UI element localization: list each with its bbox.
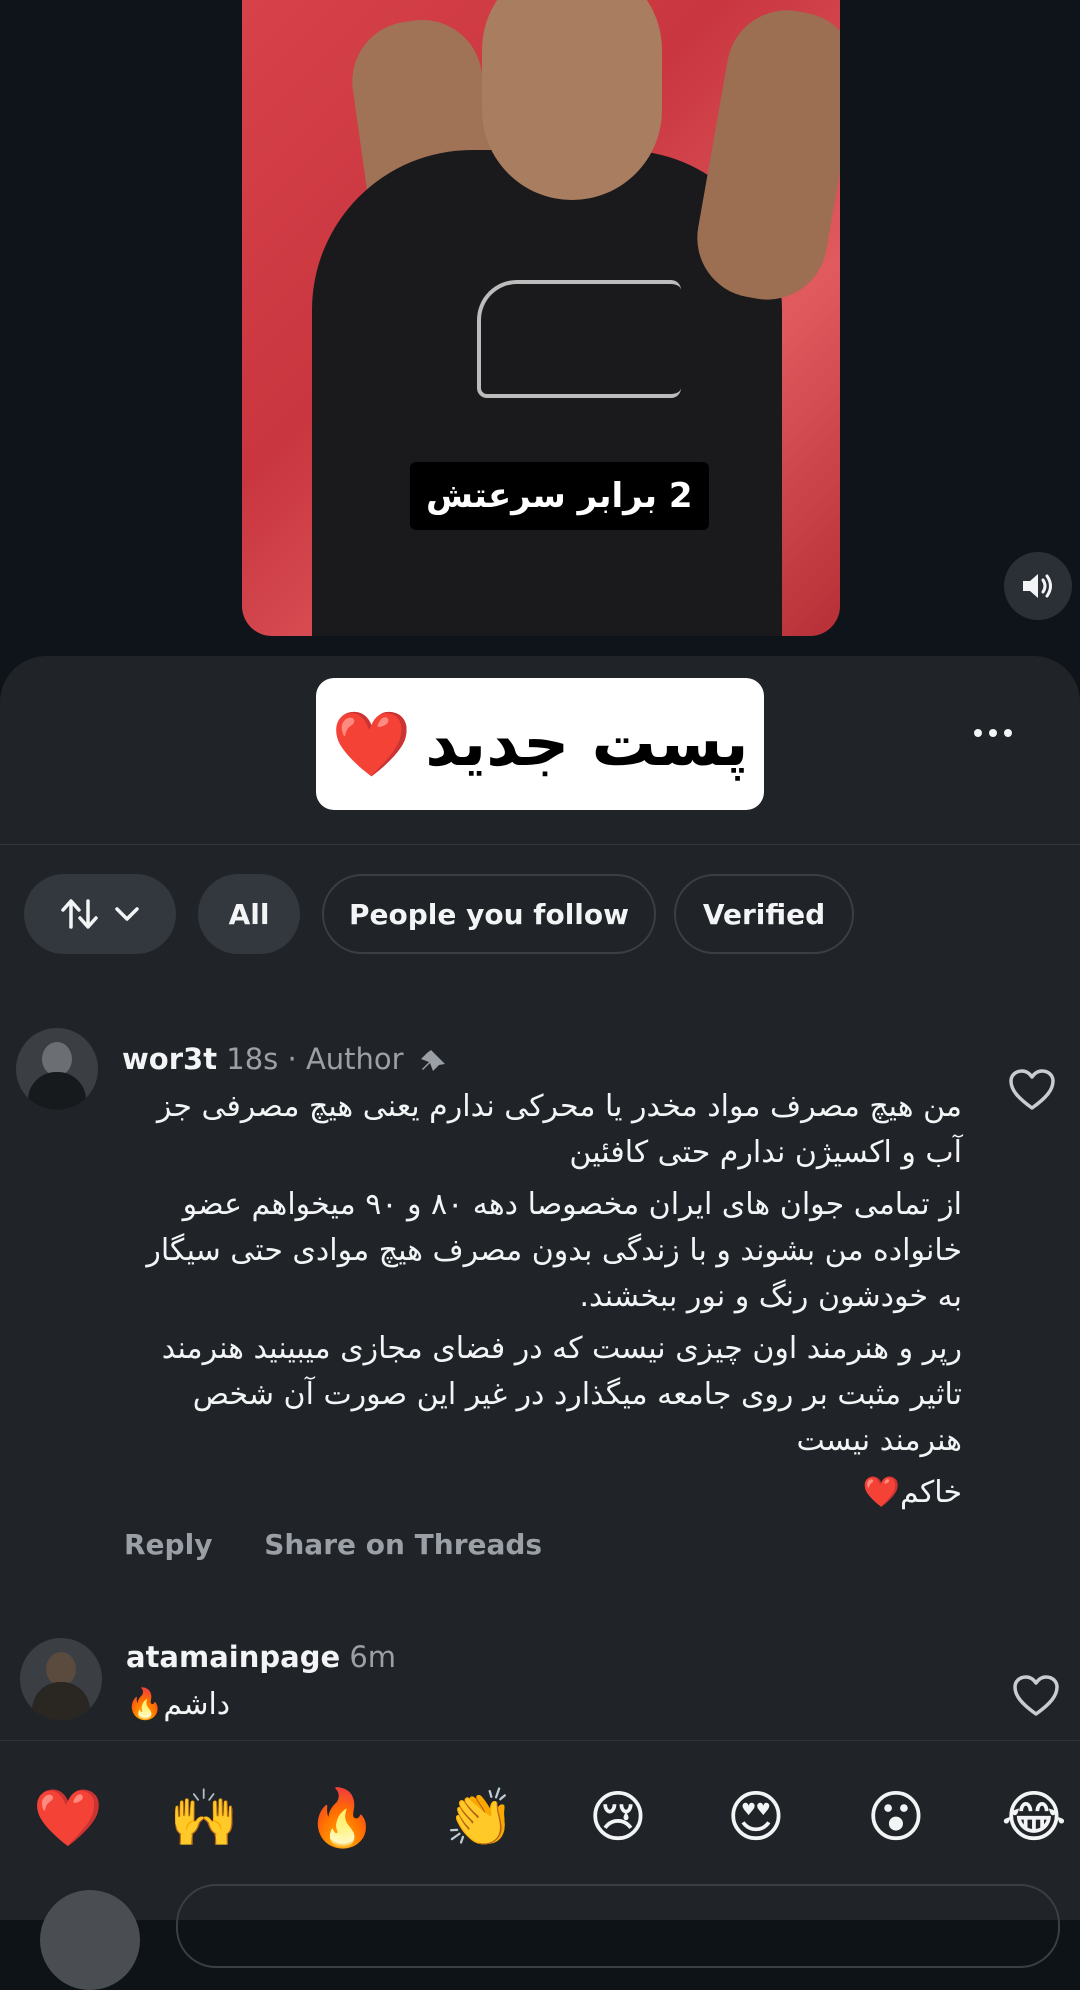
- ellipsis-icon: [1004, 729, 1012, 737]
- heart-icon: [1013, 1675, 1059, 1716]
- filter-verified[interactable]: Verified: [674, 874, 854, 954]
- comment-username[interactable]: atamainpage: [126, 1640, 340, 1674]
- comment-paragraph: رپر و هنرمند اون چیزی نیست که در فضای مج…: [161, 1331, 962, 1458]
- comment-text: من هیچ مصرف مواد مخدر یا محرکی ندارم یعن…: [122, 1084, 962, 1522]
- mute-button[interactable]: [1004, 552, 1072, 620]
- more-options-button[interactable]: [968, 718, 1018, 748]
- post-title: پست جدید: [425, 707, 749, 781]
- comment-item: wor3t 18s · Author من هیچ مصرف مواد مخدر…: [0, 1028, 1080, 1588]
- video-player[interactable]: [242, 0, 840, 636]
- comment-time: 18s: [226, 1042, 279, 1076]
- comment-actions: Reply Share on Threads: [124, 1528, 584, 1561]
- comment-paragraph: از تمامی جوان های ایران مخصوصا دهه ۸۰ و …: [146, 1187, 962, 1314]
- heart-emoji: ❤️: [331, 707, 412, 782]
- share-on-threads-button[interactable]: Share on Threads: [264, 1528, 542, 1561]
- ellipsis-icon: [989, 729, 997, 737]
- like-button[interactable]: [1012, 1674, 1060, 1718]
- emoji-crying[interactable]: 😢: [578, 1785, 658, 1850]
- filter-all[interactable]: All: [198, 874, 300, 954]
- filter-people-you-follow[interactable]: People you follow: [322, 874, 656, 954]
- comments-sheet: پست جدید ❤️ All People you follow Verifi…: [0, 656, 1080, 1920]
- comment-header: atamainpage 6m: [126, 1640, 396, 1674]
- reply-button[interactable]: Reply: [124, 1528, 212, 1561]
- heart-icon: [1009, 1069, 1055, 1110]
- emoji-heart-eyes[interactable]: 😍: [716, 1785, 796, 1850]
- comment-input[interactable]: [176, 1884, 1060, 1968]
- emoji-laughing[interactable]: 😂: [994, 1785, 1074, 1850]
- author-badge: · Author: [287, 1042, 404, 1076]
- chevron-down-icon: [115, 907, 139, 921]
- video-area: 2 برابر سرعتش: [0, 0, 1080, 680]
- shirt-logo: [477, 280, 681, 398]
- video-frame-detail: [482, 0, 662, 200]
- ellipsis-icon: [974, 729, 982, 737]
- comment-paragraph: من هیچ مصرف مواد مخدر یا محرکی ندارم یعن…: [156, 1089, 962, 1170]
- pin-icon: [420, 1050, 445, 1071]
- video-caption: 2 برابر سرعتش: [410, 462, 709, 530]
- emoji-surprised[interactable]: 😮: [856, 1785, 936, 1850]
- post-title-sticker: پست جدید ❤️: [316, 678, 764, 810]
- emoji-clap[interactable]: 👏: [440, 1785, 520, 1851]
- comment-header: wor3t 18s · Author: [122, 1042, 449, 1076]
- sort-arrows-icon: [61, 899, 98, 929]
- speaker-icon: [1023, 574, 1052, 598]
- emoji-heart[interactable]: ❤️: [28, 1785, 108, 1851]
- comment-filters: All People you follow Verified: [24, 874, 1064, 958]
- sort-button[interactable]: [24, 874, 176, 954]
- comment-paragraph: داشم🔥: [126, 1687, 231, 1722]
- sheet-header: پست جدید ❤️: [0, 656, 1080, 845]
- video-frame-detail: [687, 0, 840, 310]
- comment-paragraph: خاکم❤️: [862, 1475, 962, 1510]
- avatar[interactable]: [16, 1028, 98, 1110]
- like-button[interactable]: [1008, 1068, 1056, 1112]
- emoji-raised-hands[interactable]: 🙌: [164, 1785, 244, 1851]
- avatar[interactable]: [20, 1638, 102, 1720]
- emoji-reaction-bar: ❤️ 🙌 🔥 👏 😢 😍 😮 😂: [0, 1740, 1080, 1891]
- my-avatar: [40, 1890, 140, 1990]
- emoji-fire[interactable]: 🔥: [302, 1785, 382, 1851]
- comment-username[interactable]: wor3t: [122, 1042, 217, 1076]
- comment-time: 6m: [349, 1640, 397, 1674]
- comment-text: داشم🔥: [126, 1682, 266, 1734]
